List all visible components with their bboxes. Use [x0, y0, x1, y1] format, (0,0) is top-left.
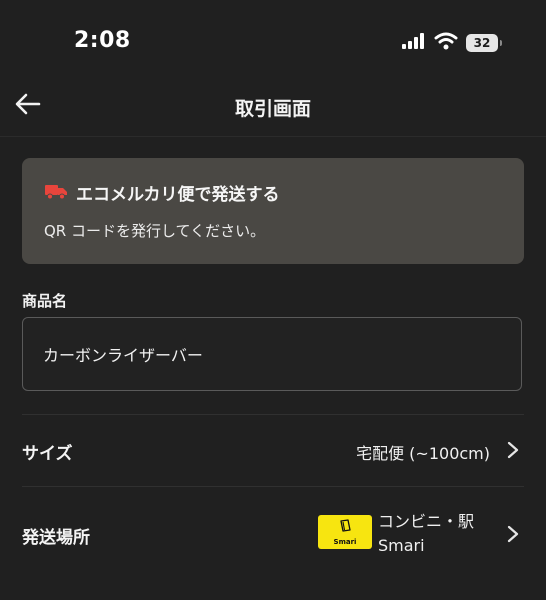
size-value: 宅配便 (~100cm) — [356, 444, 490, 463]
chevron-right-icon — [506, 440, 520, 460]
status-icons: 32 — [402, 32, 502, 54]
product-name-label: 商品名 — [22, 292, 68, 310]
shipping-location-label: 発送場所 — [22, 528, 90, 548]
product-name-input[interactable] — [22, 317, 522, 391]
notice-description: QR コードを発行してください。 — [44, 222, 266, 240]
location-line-1: コンビニ・駅 — [378, 512, 475, 531]
smari-box-icon — [338, 518, 352, 537]
notice-title: エコメルカリ便で発送する — [76, 185, 280, 205]
wifi-icon — [434, 32, 458, 54]
status-time: 2:08 — [74, 28, 131, 53]
chevron-right-icon — [506, 524, 520, 544]
smari-logo-text: Smari — [333, 538, 357, 546]
page-title: 取引画面 — [234, 98, 311, 120]
shipping-notice-card: エコメルカリ便で発送する QR コードを発行してください。 — [22, 158, 524, 264]
battery-icon: 32 — [466, 34, 502, 52]
status-bar: 2:08 32 — [0, 0, 546, 80]
signal-icon — [402, 33, 426, 53]
location-line-2: Smari — [378, 536, 425, 555]
battery-level: 32 — [473, 36, 491, 50]
battery-tip — [500, 40, 502, 46]
smari-logo: Smari — [318, 515, 372, 549]
size-label: サイズ — [22, 444, 73, 464]
size-row[interactable]: サイズ 宅配便 (~100cm) — [0, 415, 546, 485]
notice-title-row: エコメルカリ便で発送する — [44, 180, 280, 205]
shipping-location-value: コンビニ・駅 Smari — [378, 510, 474, 558]
nav-bar: 取引画面 — [0, 80, 546, 137]
truck-icon — [44, 182, 68, 204]
